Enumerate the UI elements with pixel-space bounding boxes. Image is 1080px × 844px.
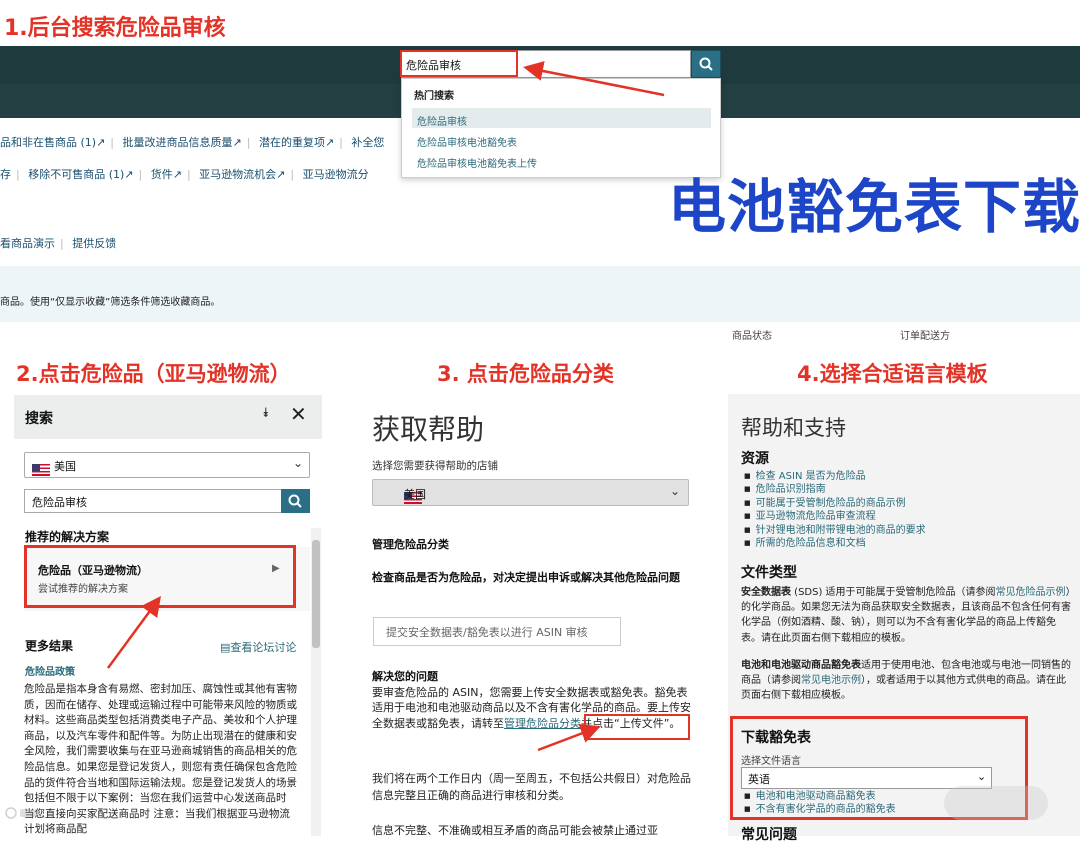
- annotation-arrows: [106, 61, 665, 752]
- annotation-arrow: [537, 723, 601, 752]
- annotation-arrow: [523, 61, 665, 97]
- annotation-arrow: [106, 595, 161, 669]
